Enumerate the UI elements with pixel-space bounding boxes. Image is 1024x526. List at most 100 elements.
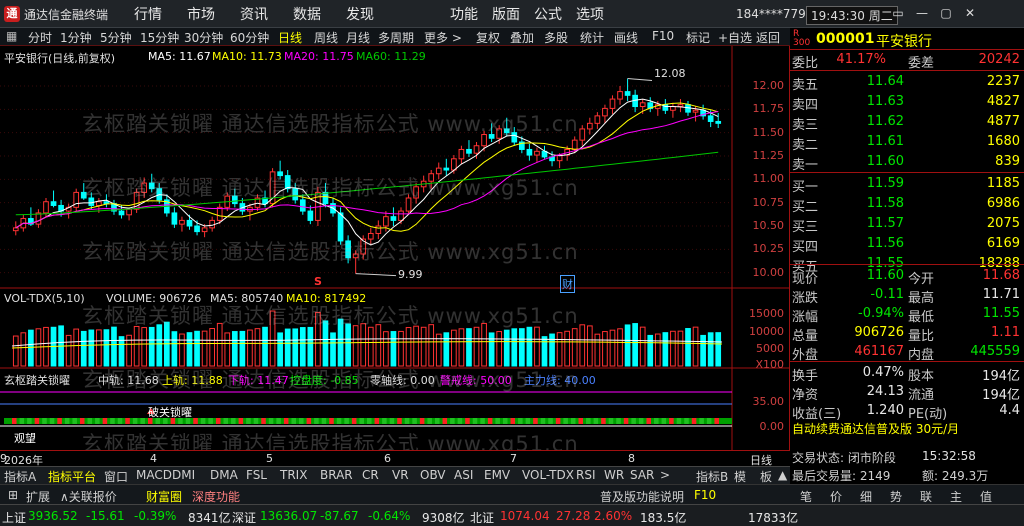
indicator-tab-2[interactable]: 窗口 — [104, 468, 128, 485]
menu2-item-2[interactable]: 公式 — [534, 4, 562, 24]
sz-label[interactable]: 深证 — [232, 509, 256, 526]
ask-row[interactable]: 卖四 11.63 4827 — [790, 94, 1024, 113]
detail-tab-6[interactable]: 值 — [980, 488, 992, 505]
indicator-tab-20[interactable]: 模 — [734, 468, 746, 485]
menu2-item-3[interactable]: 选项 — [576, 4, 604, 24]
detail-tab-5[interactable]: 主 — [950, 488, 962, 505]
bid-row[interactable]: 买一 11.59 1185 — [790, 176, 1024, 195]
ask-row[interactable]: 卖三 11.62 4877 — [790, 114, 1024, 133]
toolbar-item-16[interactable]: F10 — [652, 29, 674, 43]
toolbar-item-11[interactable]: 复权 — [476, 29, 500, 46]
sh-label[interactable]: 上证 — [2, 509, 26, 526]
indicator-tab-14[interactable]: VOL-TDX — [522, 468, 574, 482]
indicator-tab-15[interactable]: RSI — [576, 468, 596, 482]
toolbar-item-0[interactable]: 分时 — [28, 29, 52, 46]
bid-row[interactable]: 买三 11.57 2075 — [790, 216, 1024, 235]
sell-marker[interactable]: S — [314, 275, 322, 288]
indicator-tab-4[interactable]: DMI — [172, 468, 195, 482]
indicator-tab-11[interactable]: OBV — [420, 468, 446, 482]
bid-label: 买一 — [792, 180, 819, 195]
menu-item-2[interactable]: 资讯 — [240, 4, 268, 24]
indicator-tab-3[interactable]: MACD — [136, 468, 172, 482]
indicator-tab-19[interactable]: 指标B — [696, 468, 728, 485]
detail-tab-1[interactable]: 价 — [830, 488, 842, 505]
ask-row[interactable]: 卖五 11.64 2237 — [790, 74, 1024, 93]
indicator-tab-21[interactable]: 板 — [760, 468, 772, 485]
promo-link[interactable]: 普及版功能说明 — [600, 488, 684, 505]
indicator-tab-7[interactable]: TRIX — [280, 468, 307, 482]
toolbar-item-15[interactable]: 画线 — [614, 29, 638, 46]
toolbar-item-1[interactable]: 1分钟 — [60, 29, 92, 46]
toolbar-item-6[interactable]: 日线 — [278, 29, 302, 46]
indicator-bar — [367, 418, 372, 424]
toolbar-item-5[interactable]: 60分钟 — [230, 29, 269, 46]
detail-tab-2[interactable]: 细 — [860, 488, 872, 505]
toolbar-item-19[interactable]: 返回 — [756, 29, 780, 46]
toolbar-item-13[interactable]: 多股 — [544, 29, 568, 46]
toolbar-item-17[interactable]: 标记 — [686, 29, 710, 46]
bid-price: 11.57 — [866, 216, 904, 231]
function-item-0[interactable]: ⊞ — [8, 488, 18, 502]
detail-tab-4[interactable]: 联 — [920, 488, 932, 505]
toolbar-grid-icon[interactable]: ▦ — [6, 29, 17, 43]
indicator-tab-10[interactable]: VR — [392, 468, 409, 482]
indicator-tab-1[interactable]: 指标平台 — [48, 468, 96, 485]
stat2-label: 净资 — [792, 388, 819, 403]
function-item-1[interactable]: 扩展 — [26, 488, 50, 505]
indicator-tab-0[interactable]: 指标A — [4, 468, 36, 485]
toolbar-item-18[interactable]: +自选 — [718, 29, 752, 46]
ask-row[interactable]: 卖一 11.60 839 — [790, 154, 1024, 173]
minimize-tray-icon[interactable]: ▭ — [888, 4, 908, 22]
sh-amount: 8341亿 — [188, 511, 231, 525]
indicator-tab-12[interactable]: ASI — [454, 468, 473, 482]
indicator-tab-18[interactable]: > — [660, 468, 670, 482]
bz-label[interactable]: 北证 — [470, 509, 494, 526]
indicator-bar — [525, 418, 531, 424]
detail-tab-3[interactable]: 势 — [890, 488, 902, 505]
menu2-item-1[interactable]: 版面 — [492, 4, 520, 24]
volume-bar — [375, 324, 382, 367]
menu-item-0[interactable]: 行情 — [134, 4, 162, 24]
indicator-bar — [684, 418, 689, 424]
menu-item-4[interactable]: 发现 — [346, 4, 374, 24]
toolbar-item-3[interactable]: 15分钟 — [140, 29, 179, 46]
indicator-tab-22[interactable]: ▲ — [778, 468, 787, 482]
indicator-tab-6[interactable]: FSL — [246, 468, 267, 482]
user-account[interactable]: 184****7797 — [736, 7, 813, 21]
menu-item-3[interactable]: 数据 — [293, 4, 321, 24]
indicator-tab-9[interactable]: CR — [362, 468, 379, 482]
bid-row[interactable]: 买四 11.56 6169 — [790, 236, 1024, 255]
minimize-icon[interactable]: — — [912, 4, 932, 22]
function-item-4[interactable]: 深度功能 — [192, 488, 240, 505]
indicator-tab-8[interactable]: BRAR — [320, 468, 353, 482]
ask-row[interactable]: 卖二 11.61 1680 — [790, 134, 1024, 153]
chart-area[interactable]: 平安银行(日线,前复权) MA5: 11.67 MA10: 11.73 MA20… — [0, 46, 790, 456]
toolbar-item-8[interactable]: 月线 — [346, 29, 370, 46]
finance-marker[interactable]: 财 — [560, 275, 575, 293]
toolbar-item-9[interactable]: 多周期 — [378, 29, 414, 46]
toolbar-item-7[interactable]: 周线 — [314, 29, 338, 46]
detail-tab-0[interactable]: 笔 — [800, 488, 812, 505]
indicator-tab-5[interactable]: DMA — [210, 468, 238, 482]
toolbar-item-12[interactable]: 叠加 — [510, 29, 534, 46]
toolbar-item-4[interactable]: 30分钟 — [184, 29, 223, 46]
indicator-tab-13[interactable]: EMV — [484, 468, 510, 482]
volume-bar — [73, 328, 80, 367]
f10-link[interactable]: F10 — [694, 488, 716, 502]
bid-row[interactable]: 买二 11.58 6986 — [790, 196, 1024, 215]
toolbar-item-10[interactable]: 更多 > — [424, 29, 462, 46]
menu2-item-0[interactable]: 功能 — [450, 4, 478, 24]
function-item-2[interactable]: ∧关联报价 — [60, 488, 117, 505]
indicator-tab-16[interactable]: WR — [604, 468, 624, 482]
toolbar-item-2[interactable]: 5分钟 — [100, 29, 132, 46]
renew-promo[interactable]: 自动续费通达信普及版 30元/月 — [790, 420, 1024, 438]
close-icon[interactable]: ✕ — [960, 4, 980, 22]
volume-bar — [239, 330, 246, 367]
toolbar-item-14[interactable]: 统计 — [580, 29, 604, 46]
indicator-bar — [102, 418, 108, 424]
indicator-tab-17[interactable]: SAR — [630, 468, 654, 482]
function-item-3[interactable]: 财富圈 — [146, 488, 182, 505]
menu-item-1[interactable]: 市场 — [187, 4, 215, 24]
title-bar: 通 通达信金融终端 行情 市场 资讯 数据 发现 功能 版面 公式 选项 184****779… — [0, 0, 1024, 28]
maximize-icon[interactable]: ▢ — [936, 4, 956, 22]
